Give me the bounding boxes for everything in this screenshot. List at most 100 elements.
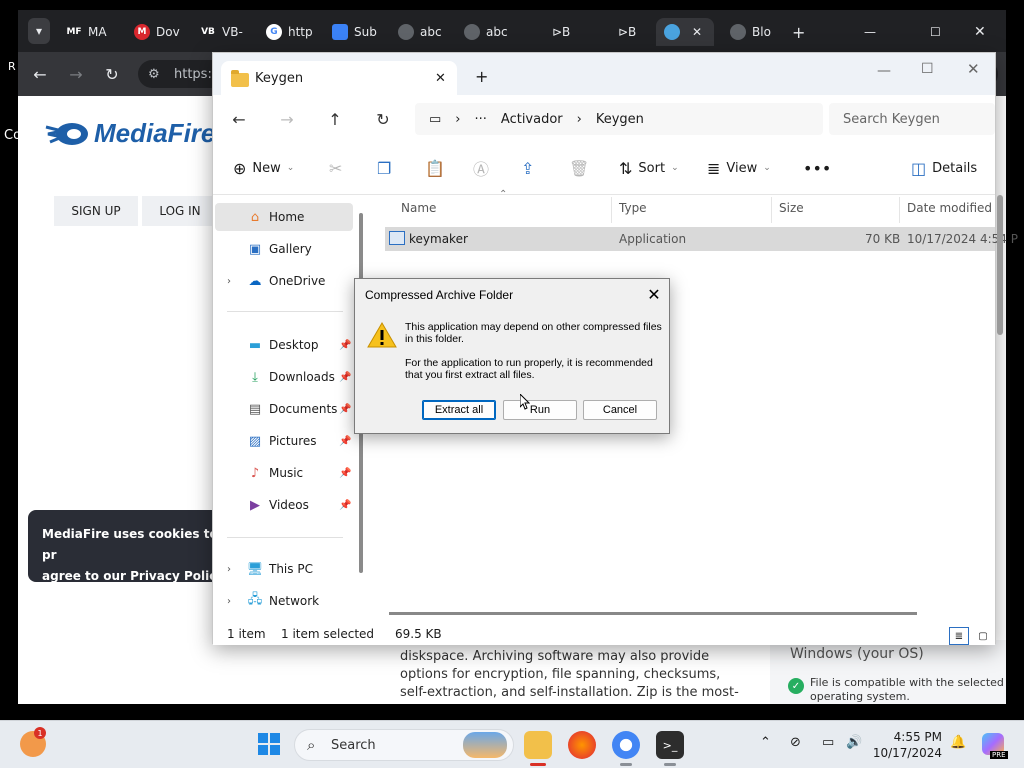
new-tab-button[interactable]: + <box>792 18 812 46</box>
sign-up-button[interactable]: SIGN UP <box>54 196 138 226</box>
expand-chevron-icon[interactable]: › <box>227 276 231 287</box>
see-more-icon[interactable]: ••• <box>803 155 831 181</box>
nav-item-this-pc[interactable]: › 🖥 This PC <box>215 555 353 583</box>
windows-start-icon[interactable] <box>258 733 280 755</box>
close-window-button[interactable]: ✕ <box>974 18 994 46</box>
breadcrumb[interactable]: ▭ › ··· Activador › Keygen <box>415 103 823 135</box>
forward-icon[interactable]: → <box>275 107 299 131</box>
chevron-down-icon: ⌄ <box>671 163 679 173</box>
column-date[interactable]: Date modified <box>907 201 992 215</box>
copy-button[interactable]: ❐ <box>377 155 391 181</box>
tiles-view-icon[interactable]: ▢ <box>973 627 993 645</box>
extract-all-button[interactable]: Extract all <box>422 400 496 420</box>
new-button[interactable]: ⊕ New ⌄ <box>233 155 294 181</box>
column-divider[interactable] <box>771 197 772 223</box>
display-icon[interactable]: ▭ <box>822 735 834 750</box>
chevron-up-icon[interactable]: ⌃ <box>760 735 771 750</box>
details-button[interactable]: ◫ Details <box>911 155 977 181</box>
rename-button[interactable]: Ⓐ <box>473 155 489 181</box>
tab-sub[interactable]: Sub <box>332 18 382 46</box>
close-tab-icon[interactable]: ✕ <box>692 25 702 39</box>
back-icon[interactable]: ← <box>227 107 251 131</box>
cut-button[interactable]: ✂ <box>329 155 342 181</box>
mediafire-logo[interactable]: MediaFire <box>44 118 215 149</box>
expand-chevron-icon[interactable]: › <box>227 564 231 575</box>
column-name[interactable]: Name <box>401 201 436 215</box>
column-type[interactable]: Type <box>619 201 647 215</box>
file-explorer-app-icon[interactable] <box>524 731 552 759</box>
tab-b-1[interactable]: ⊳B <box>552 18 592 46</box>
refresh-icon[interactable]: ↻ <box>371 107 395 131</box>
volume-icon[interactable]: 🔊 <box>846 735 862 750</box>
tab-blo[interactable]: Blo <box>730 18 780 46</box>
up-icon[interactable]: ↑ <box>323 107 347 131</box>
sort-button[interactable]: ⇅ Sort ⌄ <box>619 155 679 181</box>
nav-label: Downloads <box>269 370 335 384</box>
view-button[interactable]: ≣ View ⌄ <box>707 155 771 181</box>
table-row[interactable]: keymaker Application 70 KB 10/17/2024 4:… <box>385 227 1018 251</box>
pc-icon: 🖥 <box>246 561 264 577</box>
nav-item-home[interactable]: ⌂ Home <box>215 203 353 231</box>
column-size[interactable]: Size <box>779 201 804 215</box>
nav-item-music[interactable]: ♪ Music 📌 <box>215 459 353 487</box>
nav-item-desktop[interactable]: ▬ Desktop 📌 <box>215 331 353 359</box>
reload-icon[interactable]: ↻ <box>102 64 122 84</box>
horizontal-scrollbar[interactable] <box>389 612 917 615</box>
breadcrumb-activador[interactable]: Activador <box>501 112 563 127</box>
run-button[interactable]: Run <box>503 400 577 420</box>
close-icon[interactable]: ✕ <box>643 283 665 305</box>
new-tab-icon[interactable]: + <box>475 67 488 86</box>
log-in-button[interactable]: LOG IN <box>142 196 218 226</box>
tab-vb[interactable]: VB VB- <box>200 18 250 46</box>
tab-abc-1[interactable]: abc <box>398 18 448 46</box>
forward-icon[interactable]: → <box>66 64 86 84</box>
nav-item-pictures[interactable]: ▨ Pictures 📌 <box>215 427 353 455</box>
search-input[interactable]: Search Keygen <box>829 103 995 135</box>
minimize-button[interactable]: — <box>864 18 884 46</box>
tab-abc-2[interactable]: abc <box>464 18 514 46</box>
desktop-icon: ▬ <box>248 337 262 353</box>
column-divider[interactable] <box>611 197 612 223</box>
vertical-scrollbar[interactable] <box>997 195 1003 335</box>
cookie-text[interactable]: agree to our Privacy Policy. <box>42 566 234 587</box>
tab-mf[interactable]: MF MA <box>66 18 116 46</box>
explorer-tab[interactable]: Keygen ✕ <box>221 61 457 95</box>
network-off-icon[interactable]: ⊘ <box>790 735 801 750</box>
tab-active[interactable]: ✕ <box>656 18 714 46</box>
maximize-button[interactable]: ☐ <box>921 61 934 77</box>
nav-item-downloads[interactable]: ⤓ Downloads 📌 <box>215 363 353 391</box>
close-window-button[interactable]: ✕ <box>967 60 980 78</box>
site-info-icon[interactable]: ⚙ <box>148 67 160 82</box>
nav-item-videos[interactable]: ▶ Videos 📌 <box>215 491 353 519</box>
paste-button[interactable]: 📋 <box>425 155 445 181</box>
nav-item-documents[interactable]: ▤ Documents 📌 <box>215 395 353 423</box>
delete-button[interactable]: 🗑 <box>569 155 589 181</box>
share-button[interactable]: ⇪ <box>521 155 534 181</box>
notification-bell-icon[interactable]: 🔔 <box>950 735 966 750</box>
os-compatibility-panel: Windows (your OS) ✓ File is compatible w… <box>770 640 1006 704</box>
close-tab-icon[interactable]: ✕ <box>435 71 446 86</box>
back-icon[interactable]: ← <box>30 64 50 84</box>
terminal-app-icon[interactable]: >_ <box>656 731 684 759</box>
more-crumbs-icon[interactable]: ··· <box>475 112 487 127</box>
clock[interactable]: 4:55 PM 10/17/2024 <box>872 729 942 761</box>
maximize-button[interactable]: ☐ <box>930 18 950 46</box>
firefox-app-icon[interactable] <box>568 731 596 759</box>
breadcrumb-keygen[interactable]: Keygen <box>596 112 644 127</box>
tab-http[interactable]: G http <box>266 18 316 46</box>
os-select[interactable]: Windows (your OS) <box>790 646 924 662</box>
nav-item-gallery[interactable]: ▣ Gallery <box>215 235 353 263</box>
minimize-button[interactable]: — <box>877 63 891 79</box>
cancel-button[interactable]: Cancel <box>583 400 657 420</box>
details-view-icon[interactable]: ≣ <box>949 627 969 645</box>
tab-search-button[interactable]: ▾ <box>28 18 50 44</box>
tab-mega[interactable]: M Dov <box>134 18 184 46</box>
column-divider[interactable] <box>899 197 900 223</box>
tab-b-2[interactable]: ⊳B <box>618 18 658 46</box>
expand-chevron-icon[interactable]: › <box>227 596 231 607</box>
nav-item-network[interactable]: › 🖧 Network <box>215 587 353 615</box>
nav-item-onedrive[interactable]: › ☁ OneDrive <box>215 267 353 295</box>
app-indicator <box>664 763 676 766</box>
chrome-app-icon[interactable] <box>612 731 640 759</box>
taskbar-search[interactable]: ⌕ Search <box>294 729 514 761</box>
